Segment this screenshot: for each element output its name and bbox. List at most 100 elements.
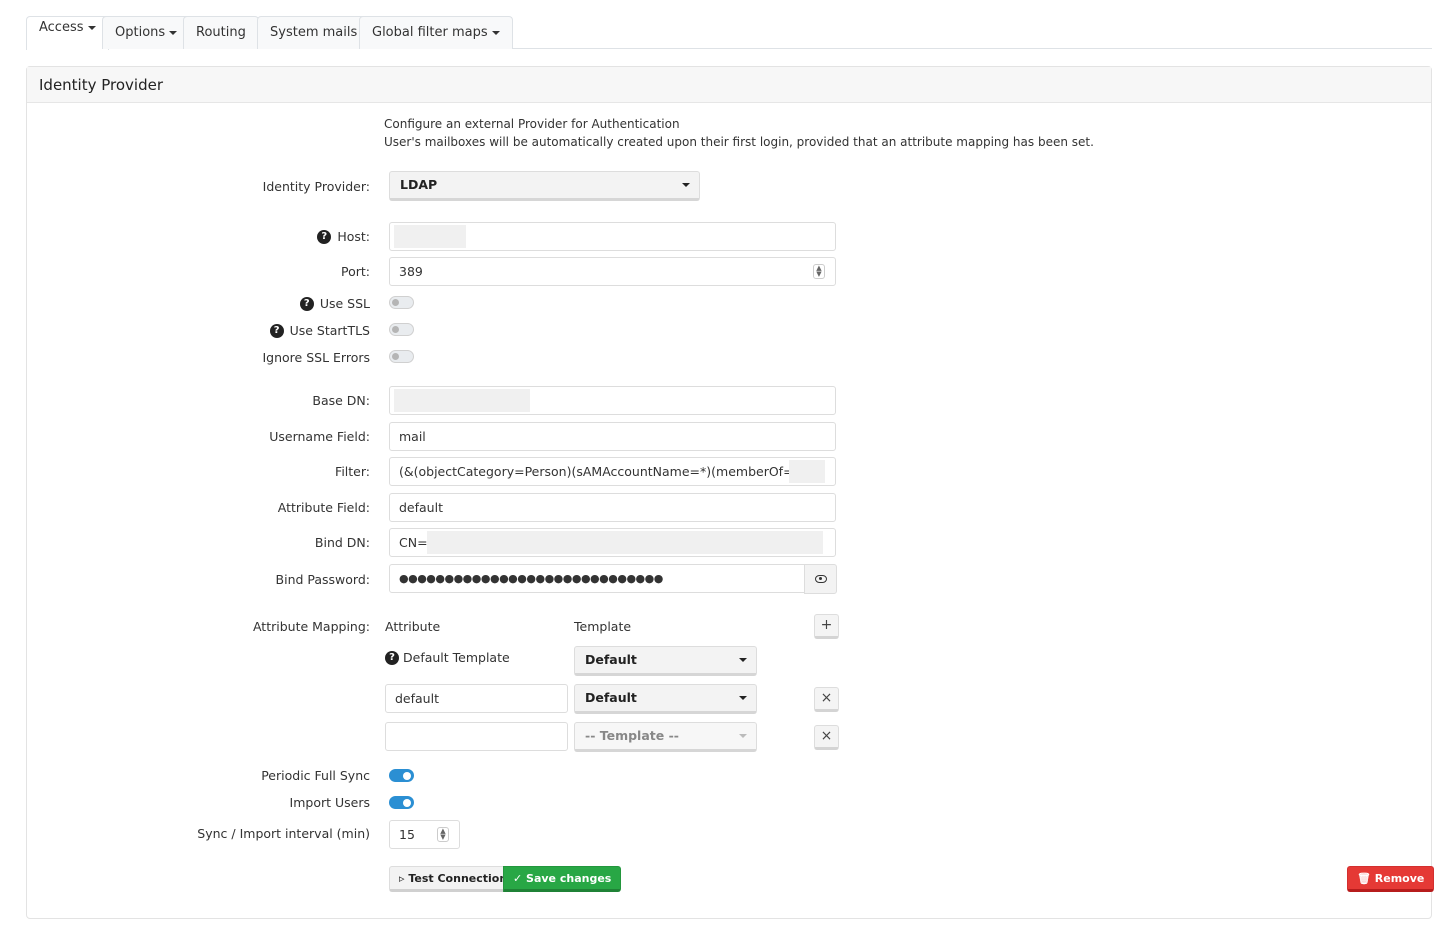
remove-mapping-button-1[interactable]: × <box>814 687 839 712</box>
label-text: Use SSL <box>319 296 370 311</box>
sync-interval-input[interactable]: 15 ▲ ▼ <box>389 820 460 849</box>
sync-interval-label: Sync / Import interval (min) <box>197 826 370 841</box>
label-text: Bind Password: <box>275 572 370 587</box>
help-icon[interactable]: ? <box>299 296 314 311</box>
port-label: Port: <box>341 264 370 279</box>
caret-down-icon <box>739 696 747 700</box>
label-text: Default Template <box>403 650 510 665</box>
mapping-template-select-2[interactable]: -- Template -- <box>574 722 757 752</box>
number-spinner-icon[interactable]: ▲ ▼ <box>813 264 825 279</box>
username-field-input[interactable]: mail <box>389 422 836 451</box>
show-password-button[interactable] <box>804 564 837 594</box>
attribute-mapping-label: Attribute Mapping: <box>253 619 370 634</box>
input-value: 15 <box>399 827 415 842</box>
host-label: ? Host: <box>317 229 370 244</box>
help-icon[interactable]: ? <box>385 650 399 665</box>
label-text: Attribute Field: <box>277 500 370 515</box>
port-value: 389 <box>399 264 423 279</box>
select-placeholder: -- Template -- <box>585 728 679 743</box>
tab-access[interactable]: Access <box>26 16 109 50</box>
import-users-label: Import Users <box>290 795 370 810</box>
label-text: Sync / Import interval (min) <box>197 826 370 841</box>
save-changes-button[interactable]: ✓ Save changes <box>503 866 622 892</box>
redacted-area <box>394 225 466 248</box>
description-line-1: Configure an external Provider for Authe… <box>384 117 680 131</box>
panel-title: Identity Provider <box>27 67 1431 103</box>
tab-label: Access <box>39 20 84 35</box>
password-dots: ●●●●●●●●●●●●●●●●●●●●●●●●●●●●● <box>399 572 663 585</box>
bind-dn-input[interactable]: CN=I <box>389 528 836 557</box>
tab-system-mails[interactable]: System mails <box>257 16 371 49</box>
filter-input[interactable]: (&(objectCategory=Person)(sAMAccountName… <box>389 457 836 486</box>
caret-down-icon <box>739 658 747 662</box>
number-spinner-icon[interactable]: ▲ ▼ <box>437 827 449 842</box>
redacted-area <box>427 531 823 554</box>
help-icon[interactable]: ? <box>269 323 284 338</box>
use-ssl-toggle[interactable] <box>389 296 414 309</box>
toggle-knob <box>403 798 411 807</box>
caret-down-icon <box>491 30 500 35</box>
eye-icon <box>814 574 827 583</box>
label-text: Attribute Mapping: <box>252 619 370 634</box>
tab-options[interactable]: Options <box>102 16 191 49</box>
tab-routing[interactable]: Routing <box>183 16 259 49</box>
identity-provider-select[interactable]: LDAP <box>389 171 700 201</box>
username-field-label: Username Field: <box>269 429 370 444</box>
ignore-ssl-errors-label: Ignore SSL Errors <box>262 350 370 365</box>
mapping-attribute-input-2[interactable] <box>385 722 568 751</box>
host-input[interactable] <box>389 222 836 251</box>
label-text: Base DN: <box>312 393 370 408</box>
redacted-area <box>394 389 530 412</box>
ignore-ssl-errors-toggle[interactable] <box>389 350 414 363</box>
caret-down-icon <box>739 734 747 738</box>
default-template-select[interactable]: Default <box>574 646 757 676</box>
bind-dn-label: Bind DN: <box>315 535 370 550</box>
bind-password-input[interactable]: ●●●●●●●●●●●●●●●●●●●●●●●●●●●●● <box>389 564 805 593</box>
label-text: Port: <box>341 264 370 279</box>
import-users-toggle[interactable] <box>389 796 414 809</box>
toggle-knob <box>392 299 399 306</box>
port-input[interactable]: 389 ▲ ▼ <box>389 257 836 286</box>
toggle-knob <box>403 771 411 780</box>
remove-mapping-button-2[interactable]: × <box>814 725 839 750</box>
base-dn-input[interactable] <box>389 386 836 415</box>
label-text: Bind DN: <box>314 535 370 550</box>
redacted-area <box>789 460 825 483</box>
mapping-attribute-input-1[interactable]: default <box>385 684 568 713</box>
label-text: Use StartTLS <box>289 323 370 338</box>
attribute-field-label: Attribute Field: <box>278 500 370 515</box>
attribute-field-input[interactable]: default <box>389 493 836 522</box>
attribute-column-header: Attribute <box>385 619 441 634</box>
periodic-full-sync-toggle[interactable] <box>389 769 414 782</box>
caret-down-icon <box>87 25 96 30</box>
base-dn-label: Base DN: <box>312 393 370 408</box>
label-text: Periodic Full Sync <box>261 768 370 783</box>
tab-label: Routing <box>196 25 246 40</box>
tab-label: Global filter maps <box>372 25 488 40</box>
tab-global-filter-maps[interactable]: Global filter maps <box>359 16 513 49</box>
input-value: default <box>399 500 443 515</box>
add-mapping-button[interactable]: + <box>814 614 839 639</box>
mapping-template-select-1[interactable]: Default <box>574 684 757 714</box>
input-value: default <box>395 691 439 706</box>
label-text: Host: <box>337 229 370 244</box>
use-starttls-toggle[interactable] <box>389 323 414 336</box>
remove-button[interactable]: 🗑 Remove <box>1347 866 1435 892</box>
description-line-2: User's mailboxes will be automatically c… <box>384 135 1094 149</box>
nav-tabs: Access Options Routing System mails Glob… <box>26 16 1432 50</box>
input-value: mail <box>399 429 426 444</box>
use-ssl-label: ? Use SSL <box>299 296 370 311</box>
select-value: Default <box>585 652 637 667</box>
periodic-full-sync-label: Periodic Full Sync <box>261 768 370 783</box>
identity-provider-label: Identity Provider: <box>263 179 370 194</box>
toggle-knob <box>392 353 399 360</box>
tab-label: System mails <box>270 25 358 40</box>
toggle-knob <box>392 326 399 333</box>
test-connection-button[interactable]: ▹ Test Connection <box>389 866 518 892</box>
help-icon[interactable]: ? <box>317 229 332 244</box>
label-text: Identity Provider: <box>262 179 370 194</box>
label-text: Filter: <box>335 464 370 479</box>
caret-down-icon <box>682 183 690 187</box>
bind-password-label: Bind Password: <box>276 572 370 587</box>
label-text: Ignore SSL Errors <box>262 350 370 365</box>
